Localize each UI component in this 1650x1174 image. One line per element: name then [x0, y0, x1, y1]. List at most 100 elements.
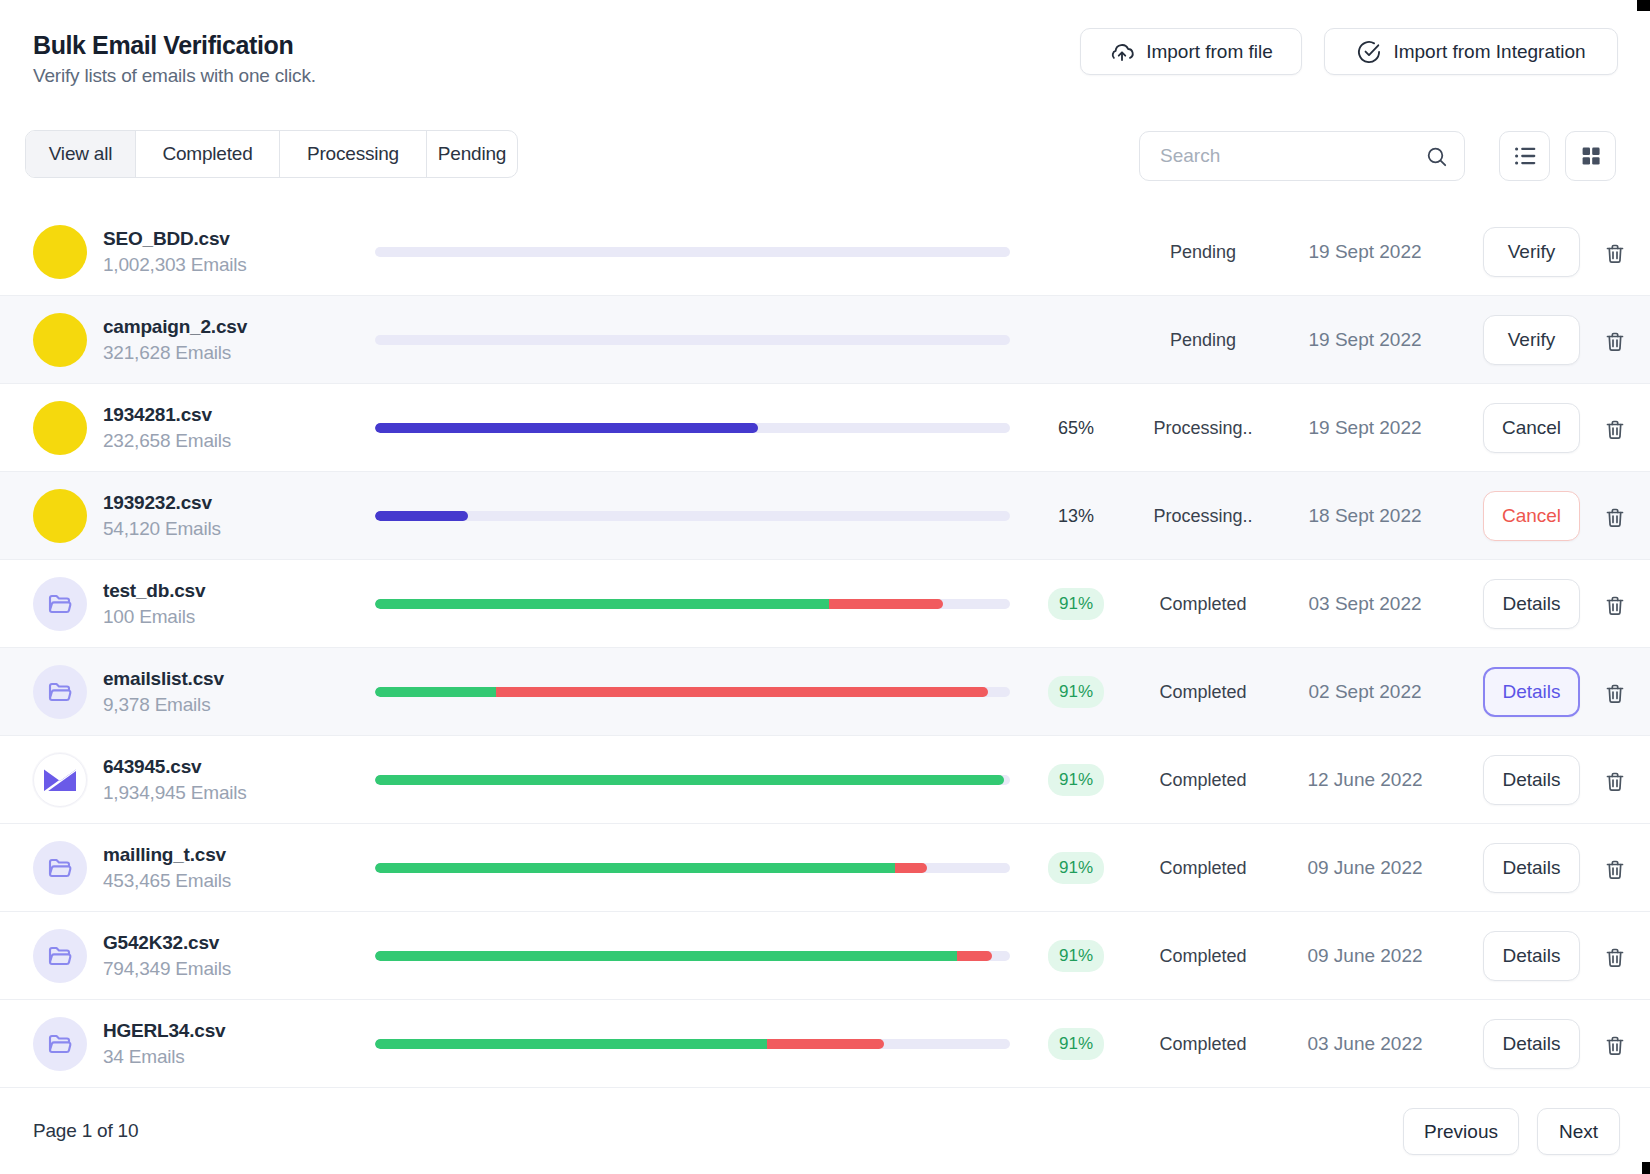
- file-info: mailling_t.csv453,465 Emails: [103, 842, 231, 894]
- import-from-file-button[interactable]: Import from file: [1080, 28, 1302, 75]
- percent-badge: 91%: [1048, 588, 1104, 620]
- status-label: Pending: [1170, 329, 1236, 350]
- trash-icon: [1603, 769, 1627, 794]
- status-label: Pending: [1170, 241, 1236, 262]
- delete-button[interactable]: [1602, 328, 1628, 354]
- file-row: G542K32.csv794,349 Emails91%Completed09 …: [0, 912, 1650, 1000]
- file-info: campaign_2.csv321,628 Emails: [103, 314, 247, 366]
- date-label: 19 Sept 2022: [1308, 241, 1421, 263]
- delete-button[interactable]: [1602, 504, 1628, 530]
- details-button[interactable]: Details: [1483, 1019, 1580, 1069]
- file-name: 1934281.csv: [103, 402, 231, 428]
- delete-button[interactable]: [1602, 856, 1628, 882]
- file-name: 1939232.csv: [103, 490, 221, 516]
- delete-button[interactable]: [1602, 944, 1628, 970]
- tab-completed[interactable]: Completed: [136, 131, 280, 177]
- folder-icon: [33, 929, 87, 983]
- email-count: 9,378 Emails: [103, 692, 224, 718]
- date-label: 09 June 2022: [1307, 857, 1422, 879]
- details-button[interactable]: Details: [1483, 755, 1580, 805]
- screenshot-artifact: [1637, 0, 1650, 11]
- cancel-button[interactable]: Cancel: [1483, 491, 1580, 541]
- delete-button[interactable]: [1602, 680, 1628, 706]
- progress-invalid-segment: [895, 863, 927, 873]
- details-button[interactable]: Details: [1483, 667, 1580, 717]
- email-count: 232,658 Emails: [103, 428, 231, 454]
- progress-valid-segment: [375, 775, 1004, 785]
- next-page-button[interactable]: Next: [1537, 1108, 1620, 1155]
- trash-icon: [1603, 241, 1627, 266]
- delete-button[interactable]: [1602, 1032, 1628, 1058]
- email-count: 794,349 Emails: [103, 956, 231, 982]
- file-name: mailling_t.csv: [103, 842, 231, 868]
- page-subtitle: Verify lists of emails with one click.: [33, 65, 316, 87]
- delete-button[interactable]: [1602, 592, 1628, 618]
- file-row: HGERL34.csv34 Emails91%Completed03 June …: [0, 1000, 1650, 1088]
- screenshot-artifact: [1642, 1162, 1650, 1174]
- email-count: 1,934,945 Emails: [103, 780, 247, 806]
- progress-invalid-segment: [496, 687, 989, 697]
- date-label: 02 Sept 2022: [1308, 681, 1421, 703]
- search-box: [1139, 131, 1465, 181]
- delete-button[interactable]: [1602, 416, 1628, 442]
- list-view-toggle[interactable]: [1499, 131, 1550, 181]
- progress-invalid-segment: [957, 951, 992, 961]
- percent-badge: 91%: [1048, 852, 1104, 884]
- search-input[interactable]: [1160, 132, 1430, 180]
- file-row: SEO_BDD.csv1,002,303 EmailsPending19 Sep…: [0, 208, 1650, 296]
- verify-button[interactable]: Verify: [1483, 315, 1580, 365]
- details-button[interactable]: Details: [1483, 843, 1580, 893]
- status-label: Completed: [1159, 593, 1246, 614]
- file-row: mailling_t.csv453,465 Emails91%Completed…: [0, 824, 1650, 912]
- email-count: 100 Emails: [103, 604, 205, 630]
- percent-badge: 91%: [1048, 940, 1104, 972]
- pending-file-icon: [33, 489, 87, 543]
- file-info: 643945.csv1,934,945 Emails: [103, 754, 247, 806]
- delete-button[interactable]: [1602, 240, 1628, 266]
- status-label: Processing..: [1153, 505, 1252, 526]
- search-icon: [1425, 145, 1449, 173]
- progress-valid-segment: [375, 599, 829, 609]
- trash-icon: [1603, 417, 1627, 442]
- trash-icon: [1603, 593, 1627, 618]
- percent-label: 13%: [1058, 505, 1094, 526]
- file-row: test_db.csv100 Emails91%Completed03 Sept…: [0, 560, 1650, 648]
- date-label: 19 Sept 2022: [1308, 329, 1421, 351]
- bulk-email-verification-page: Bulk Email Verification Verify lists of …: [0, 0, 1650, 1174]
- pending-file-icon: [33, 313, 87, 367]
- file-name: G542K32.csv: [103, 930, 231, 956]
- progress-valid-segment: [375, 687, 496, 697]
- verify-button[interactable]: Verify: [1483, 227, 1580, 277]
- check-circle-icon: [1356, 39, 1382, 65]
- tab-view-all[interactable]: View all: [26, 131, 136, 177]
- file-info: 1939232.csv54,120 Emails: [103, 490, 221, 542]
- delete-button[interactable]: [1602, 768, 1628, 794]
- previous-page-button[interactable]: Previous: [1403, 1108, 1519, 1155]
- progress-bar: [375, 1039, 1010, 1049]
- progress-bar: [375, 863, 1010, 873]
- progress-bar: [375, 687, 1010, 697]
- tab-pending[interactable]: Pending: [427, 131, 517, 177]
- status-label: Completed: [1159, 769, 1246, 790]
- details-button[interactable]: Details: [1483, 579, 1580, 629]
- page-indicator: Page 1 of 10: [33, 1120, 138, 1142]
- date-label: 19 Sept 2022: [1308, 417, 1421, 439]
- progress-valid-segment: [375, 863, 895, 873]
- progress-fill: [375, 511, 468, 521]
- pending-file-icon: [33, 401, 87, 455]
- folder-icon: [33, 841, 87, 895]
- tab-processing[interactable]: Processing: [280, 131, 427, 177]
- progress-fill: [375, 423, 758, 433]
- email-count: 54,120 Emails: [103, 516, 221, 542]
- import-from-integration-button[interactable]: Import from Integration: [1324, 28, 1618, 75]
- trash-icon: [1603, 1033, 1627, 1058]
- date-label: 09 June 2022: [1307, 945, 1422, 967]
- percent-badge: 91%: [1048, 676, 1104, 708]
- progress-bar: [375, 775, 1010, 785]
- cancel-button[interactable]: Cancel: [1483, 403, 1580, 453]
- grid-view-toggle[interactable]: [1565, 131, 1616, 181]
- progress-bar: [375, 599, 1010, 609]
- status-label: Processing..: [1153, 417, 1252, 438]
- details-button[interactable]: Details: [1483, 931, 1580, 981]
- file-info: 1934281.csv232,658 Emails: [103, 402, 231, 454]
